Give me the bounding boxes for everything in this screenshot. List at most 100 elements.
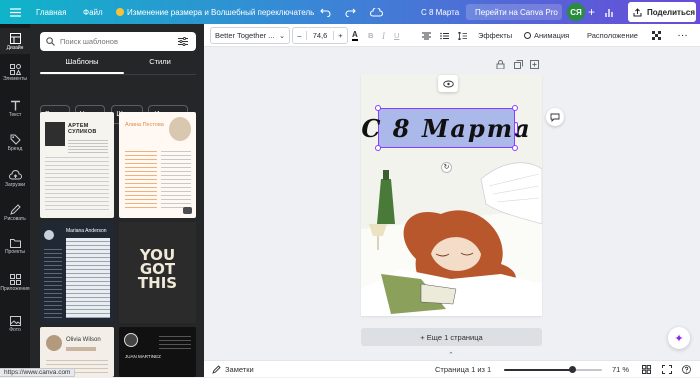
upgrade-pro-button[interactable]: Перейти на Canva Pro <box>466 4 562 20</box>
tab-templates[interactable]: Шаблоны <box>40 57 124 74</box>
document-title[interactable]: С 8 Марта <box>421 0 459 24</box>
template-title: Olivia Wilson <box>66 337 101 343</box>
template-text-lines <box>66 347 96 351</box>
resize-handle[interactable] <box>375 105 381 111</box>
font-family-dropdown[interactable]: Better Together ... ⌄ <box>210 27 290 44</box>
editor-toolbar: Better Together ... ⌄ – 74,6 + A B I U Э… <box>204 24 700 47</box>
rail-item-text[interactable]: Текст <box>0 100 30 118</box>
text-color-button[interactable]: A <box>352 24 358 47</box>
font-size-value[interactable]: 74,6 <box>307 31 333 40</box>
comment-button[interactable] <box>546 108 564 126</box>
add-page-button[interactable]: + Еще 1 страница <box>361 328 542 346</box>
heading-text: С 8 Марта <box>361 113 532 143</box>
search-input[interactable] <box>60 37 178 46</box>
templates-panel: Шаблоны Стили Весна Цветы Школа История … <box>30 24 204 377</box>
rail-item-uploads[interactable]: Загрузки <box>0 170 30 188</box>
rail-item-photos[interactable]: Фото <box>0 316 30 333</box>
text-color-icon: A <box>352 29 358 41</box>
animation-button[interactable]: Анимация <box>524 24 569 47</box>
template-text-lines <box>68 138 108 154</box>
magic-assistant-button[interactable]: ✦ <box>668 327 690 349</box>
template-text-lines <box>66 238 110 318</box>
poster-headline: YOU GOT THIS <box>119 248 196 292</box>
zoom-slider-knob[interactable] <box>569 366 577 373</box>
rail-item-brand[interactable]: Бренд <box>0 134 30 152</box>
template-card-resume-3[interactable]: Mariana Anderson <box>40 222 114 323</box>
rail-item-apps[interactable]: Приложения <box>0 274 30 292</box>
zoom-slider[interactable] <box>504 366 602 373</box>
add-collaborator-icon[interactable]: + <box>588 0 595 24</box>
resize-magic-switch-button[interactable]: Изменение размера и Волшебный переключат… <box>116 0 314 24</box>
page-indicator[interactable]: Страница 1 из 1 <box>435 361 491 378</box>
add-page-icon[interactable] <box>530 60 539 71</box>
underline-icon[interactable]: U <box>394 24 399 47</box>
position-button[interactable]: Расположение <box>587 24 638 47</box>
cloud-save-icon[interactable] <box>370 0 383 24</box>
design-page[interactable]: С 8 Марта ↻ <box>361 74 542 316</box>
home-button[interactable]: Главная <box>36 0 66 24</box>
rotate-handle-icon[interactable]: ↻ <box>441 162 452 173</box>
font-size-decrease-button[interactable]: – <box>293 31 307 40</box>
text-link-button[interactable] <box>438 75 458 92</box>
resize-handle[interactable] <box>375 145 381 151</box>
template-photo <box>169 117 191 141</box>
rail-item-design[interactable]: Дизайн <box>0 28 30 54</box>
help-icon[interactable] <box>682 361 691 378</box>
search-icon <box>46 37 55 46</box>
zoom-value[interactable]: 71 % <box>612 361 629 378</box>
animation-icon <box>524 32 531 39</box>
avatar[interactable]: СЯ <box>567 3 585 21</box>
list-icon[interactable] <box>440 24 449 47</box>
cloud-upload-icon <box>8 170 22 180</box>
resize-handle[interactable] <box>512 145 518 151</box>
heading-text-box[interactable]: С 8 Марта <box>361 108 530 148</box>
chevron-up-icon[interactable]: ⌃ <box>448 351 454 359</box>
template-title: Mariana Anderson <box>66 228 107 234</box>
template-card-resume-5[interactable]: JUAN MARTINEZ <box>119 327 196 377</box>
resize-handle[interactable] <box>512 105 518 111</box>
effects-button[interactable]: Эффекты <box>478 24 512 47</box>
grid-view-icon[interactable] <box>642 361 651 378</box>
file-menu-button[interactable]: Файл <box>83 0 103 24</box>
menu-icon[interactable] <box>4 0 26 24</box>
rail-item-projects[interactable]: Проекты <box>0 238 30 255</box>
notes-button[interactable]: Заметки <box>212 361 254 378</box>
template-text-lines <box>45 154 109 212</box>
transparency-icon[interactable] <box>652 24 661 47</box>
rail-item-elements[interactable]: Элементы <box>0 64 30 82</box>
folder-icon <box>9 239 21 248</box>
bottom-bar: Заметки Страница 1 из 1 71 % <box>204 360 700 377</box>
search-box[interactable] <box>40 32 196 51</box>
share-upload-icon <box>633 7 642 17</box>
magic-crown-icon <box>116 8 124 16</box>
undo-icon[interactable] <box>320 0 331 24</box>
align-center-icon[interactable] <box>422 24 431 47</box>
poster-line: THIS <box>137 274 178 292</box>
share-button[interactable]: Поделиться <box>628 2 696 22</box>
stats-icon[interactable] <box>605 0 615 24</box>
layout-icon <box>9 33 21 44</box>
template-card-resume-2[interactable]: Алина Пестова <box>119 112 196 218</box>
spacing-icon[interactable] <box>458 24 467 47</box>
notes-icon <box>212 365 221 374</box>
shapes-icon <box>9 64 21 75</box>
page-lock-icon[interactable] <box>496 60 505 71</box>
zoom-slider-fill <box>504 369 573 371</box>
top-bar: Главная Файл Изменение размера и Волшебн… <box>0 0 700 24</box>
resize-handle-side[interactable] <box>514 122 518 134</box>
template-title: Алина Пестова <box>125 122 164 128</box>
brand-icon <box>10 134 21 145</box>
italic-icon[interactable]: I <box>382 24 385 47</box>
filter-sliders-icon[interactable] <box>178 37 188 46</box>
rail-item-draw[interactable]: Рисовать <box>0 204 30 222</box>
template-card-poster[interactable]: YOU GOT THIS <box>119 222 196 323</box>
fullscreen-icon[interactable] <box>662 361 672 378</box>
text-icon <box>10 100 20 111</box>
redo-icon[interactable] <box>345 0 356 24</box>
font-size-increase-button[interactable]: + <box>333 31 347 40</box>
tab-styles[interactable]: Стили <box>118 57 202 71</box>
duplicate-page-icon[interactable] <box>514 60 523 71</box>
bold-icon[interactable]: B <box>368 24 373 47</box>
more-options-icon[interactable]: ··· <box>678 24 689 47</box>
template-card-resume-1[interactable]: АРТЕМ СУЛИКОВ <box>40 112 114 218</box>
